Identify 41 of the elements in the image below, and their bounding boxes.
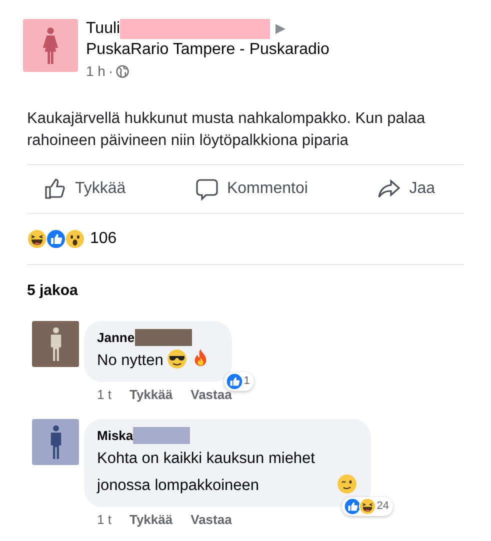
sunglasses-face-icon	[167, 349, 188, 369]
avatar[interactable]	[23, 19, 78, 72]
laughing-face-icon	[358, 498, 376, 515]
thumbs-up-reaction-icon	[46, 229, 66, 249]
like-link[interactable]: Tykkää	[129, 385, 173, 404]
winking-face-icon	[337, 474, 357, 494]
reaction-badge[interactable]: 1	[224, 372, 254, 391]
man-figure-icon	[48, 326, 62, 360]
man-figure-icon	[48, 424, 62, 458]
laughing-face-icon	[27, 229, 47, 249]
commenter-name[interactable]: Miska	[97, 426, 134, 445]
comment-time: 1 t	[97, 511, 112, 529]
comment-text: Kohta on kaikki kauksun miehet jonossa lompakkoineen	[97, 449, 316, 496]
surprised-face-icon	[65, 229, 85, 249]
like-link[interactable]: Tykkää	[129, 510, 173, 530]
comment-text: No nytten	[97, 351, 164, 371]
speech-bubble-icon	[194, 177, 219, 201]
group-name[interactable]: PuskaRario Tampere - Puskaradio	[86, 39, 330, 61]
reply-link[interactable]: Vastaa	[190, 510, 232, 530]
commenter-name[interactable]: Janne	[97, 328, 135, 347]
post-time[interactable]: 1 h	[86, 61, 106, 82]
reaction-count[interactable]: 106	[90, 227, 117, 251]
comment-button[interactable]: Kommentoi	[194, 177, 308, 201]
shares-count[interactable]: 5 jakoa	[27, 280, 464, 302]
thumbs-up-reaction-icon	[344, 498, 361, 515]
avatar[interactable]	[32, 418, 79, 464]
reaction-count: 1	[244, 374, 251, 390]
right-triangle-icon	[275, 24, 286, 34]
woman-figure-icon	[41, 26, 60, 64]
comment-time: 1 t	[97, 386, 112, 404]
globe-icon	[116, 65, 130, 78]
reaction-count: 24	[376, 499, 390, 514]
thumbs-up-reaction-icon	[226, 373, 243, 390]
avatar[interactable]	[32, 320, 79, 366]
separator-dot: ·	[108, 62, 114, 81]
post-text: Kaukajärvellä hukkunut musta nahkalompakko. Kun palaa rahoineen päivineen niin löytöpalkkiona piparia	[27, 109, 426, 151]
like-button[interactable]: Tykkää	[43, 177, 126, 201]
reaction-badge[interactable]: 24	[342, 497, 393, 516]
thumbs-up-icon	[43, 177, 67, 201]
author-name[interactable]: Tuuli	[86, 19, 120, 39]
share-button[interactable]: Jaa	[377, 177, 435, 201]
